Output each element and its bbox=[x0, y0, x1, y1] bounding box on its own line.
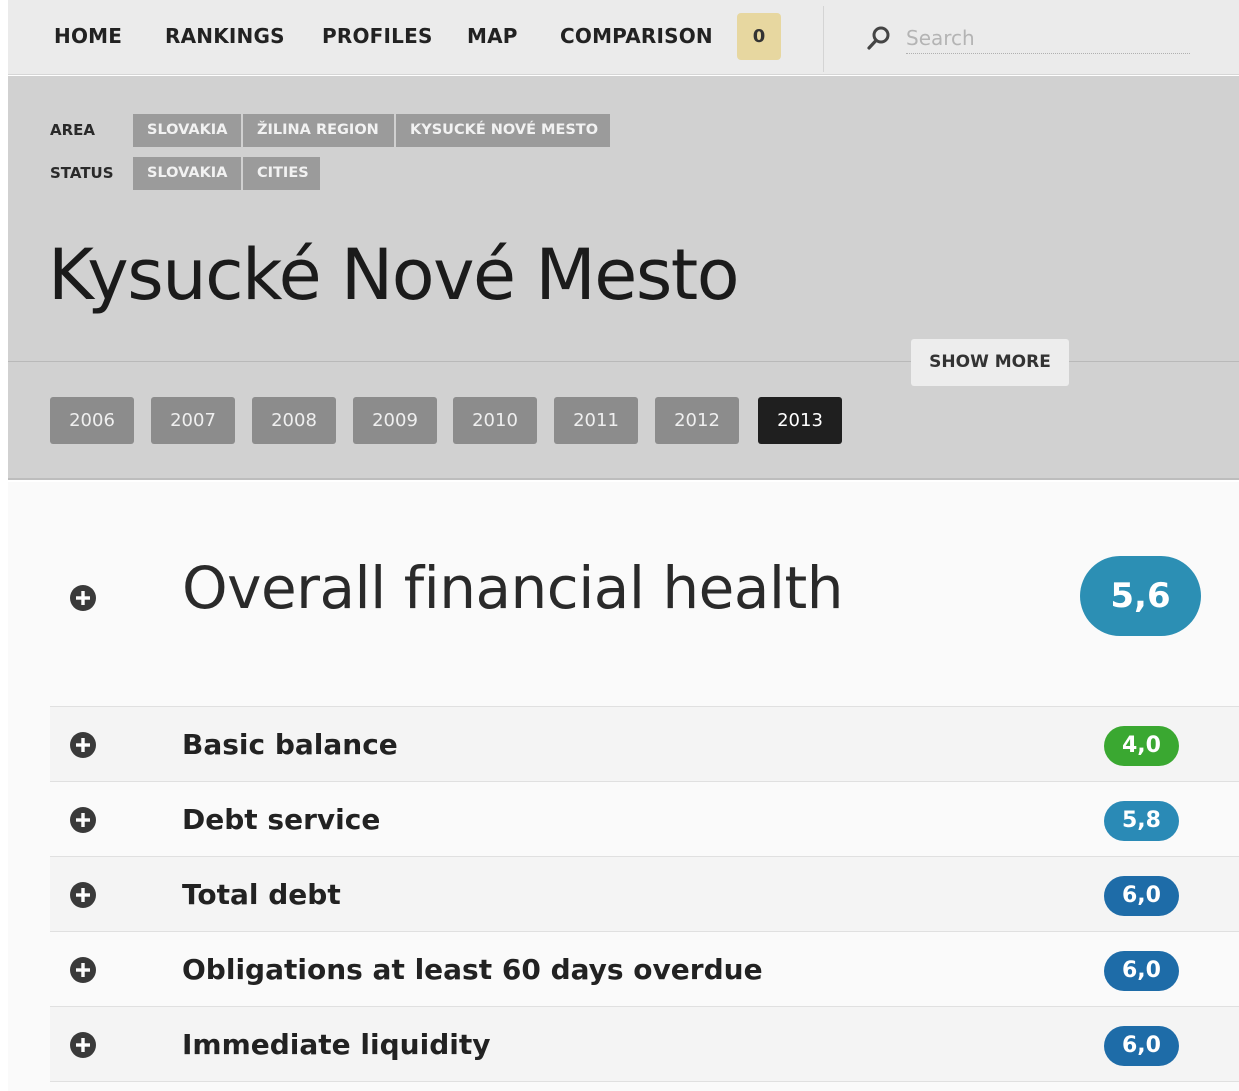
comparison-count-badge[interactable]: 0 bbox=[737, 13, 781, 60]
year-tab-2012[interactable]: 2012 bbox=[655, 397, 739, 444]
indicator-score-badge: 6,0 bbox=[1104, 876, 1179, 916]
nav-rankings[interactable]: RANKINGS bbox=[165, 24, 285, 48]
area-crumb-slovakia[interactable]: SLOVAKIA bbox=[133, 114, 241, 147]
page-title: Kysucké Nové Mesto bbox=[48, 234, 740, 316]
year-tab-2006[interactable]: 2006 bbox=[50, 397, 134, 444]
status-crumb-slovakia[interactable]: SLOVAKIA bbox=[133, 157, 241, 190]
plus-circle-icon[interactable] bbox=[70, 882, 96, 908]
year-tab-2009[interactable]: 2009 bbox=[353, 397, 437, 444]
year-tab-2010[interactable]: 2010 bbox=[453, 397, 537, 444]
plus-circle-icon[interactable] bbox=[70, 807, 96, 833]
year-tab-2008[interactable]: 2008 bbox=[252, 397, 336, 444]
area-label: AREA bbox=[50, 121, 96, 139]
indicator-row-immediate-liquidity[interactable]: Immediate liquidity 6,0 bbox=[50, 1007, 1239, 1082]
status-crumb-cities[interactable]: CITIES bbox=[243, 157, 320, 190]
main-content: Overall financial health 5,6 Basic balan… bbox=[8, 482, 1239, 1091]
plus-circle-icon[interactable] bbox=[70, 957, 96, 983]
nav-comparison[interactable]: COMPARISON bbox=[560, 24, 713, 48]
show-more-button[interactable]: SHOW MORE bbox=[911, 339, 1069, 386]
plus-circle-icon[interactable] bbox=[70, 1032, 96, 1058]
indicator-row-total-debt[interactable]: Total debt 6,0 bbox=[50, 857, 1239, 932]
profile-header: AREA SLOVAKIA ŽILINA REGION KYSUCKÉ NOVÉ… bbox=[8, 76, 1239, 480]
status-label: STATUS bbox=[50, 164, 114, 182]
indicator-list: Basic balance 4,0 Debt service 5,8 Total… bbox=[50, 706, 1239, 1082]
year-tab-2013[interactable]: 2013 bbox=[758, 397, 842, 444]
indicator-score-badge: 4,0 bbox=[1104, 726, 1179, 766]
indicator-label: Basic balance bbox=[182, 728, 398, 761]
area-crumb-kysucke-nove-mesto[interactable]: KYSUCKÉ NOVÉ MESTO bbox=[396, 114, 610, 147]
plus-circle-icon[interactable] bbox=[70, 732, 96, 758]
nav-divider bbox=[823, 6, 824, 72]
nav-map[interactable]: MAP bbox=[467, 24, 518, 48]
overall-health-title: Overall financial health bbox=[182, 554, 844, 622]
indicator-label: Total debt bbox=[182, 878, 341, 911]
year-tab-2011[interactable]: 2011 bbox=[554, 397, 638, 444]
search-icon[interactable] bbox=[866, 25, 892, 51]
indicator-score-badge: 5,8 bbox=[1104, 801, 1179, 841]
year-tab-2007[interactable]: 2007 bbox=[151, 397, 235, 444]
search-input[interactable] bbox=[906, 22, 1190, 54]
indicator-label: Debt service bbox=[182, 803, 381, 836]
indicator-score-badge: 6,0 bbox=[1104, 951, 1179, 991]
nav-profiles[interactable]: PROFILES bbox=[322, 24, 433, 48]
indicator-score-badge: 6,0 bbox=[1104, 1026, 1179, 1066]
plus-circle-icon[interactable] bbox=[70, 585, 96, 611]
overall-score-badge: 5,6 bbox=[1080, 556, 1201, 636]
indicator-row-debt-service[interactable]: Debt service 5,8 bbox=[50, 782, 1239, 857]
indicator-label: Obligations at least 60 days overdue bbox=[182, 953, 763, 986]
indicator-row-obligations-overdue[interactable]: Obligations at least 60 days overdue 6,0 bbox=[50, 932, 1239, 1007]
area-crumb-zilina-region[interactable]: ŽILINA REGION bbox=[243, 114, 394, 147]
indicator-label: Immediate liquidity bbox=[182, 1028, 491, 1061]
nav-home[interactable]: HOME bbox=[54, 24, 122, 48]
indicator-row-basic-balance[interactable]: Basic balance 4,0 bbox=[50, 707, 1239, 782]
top-navigation: HOME RANKINGS PROFILES MAP COMPARISON 0 bbox=[8, 0, 1239, 75]
